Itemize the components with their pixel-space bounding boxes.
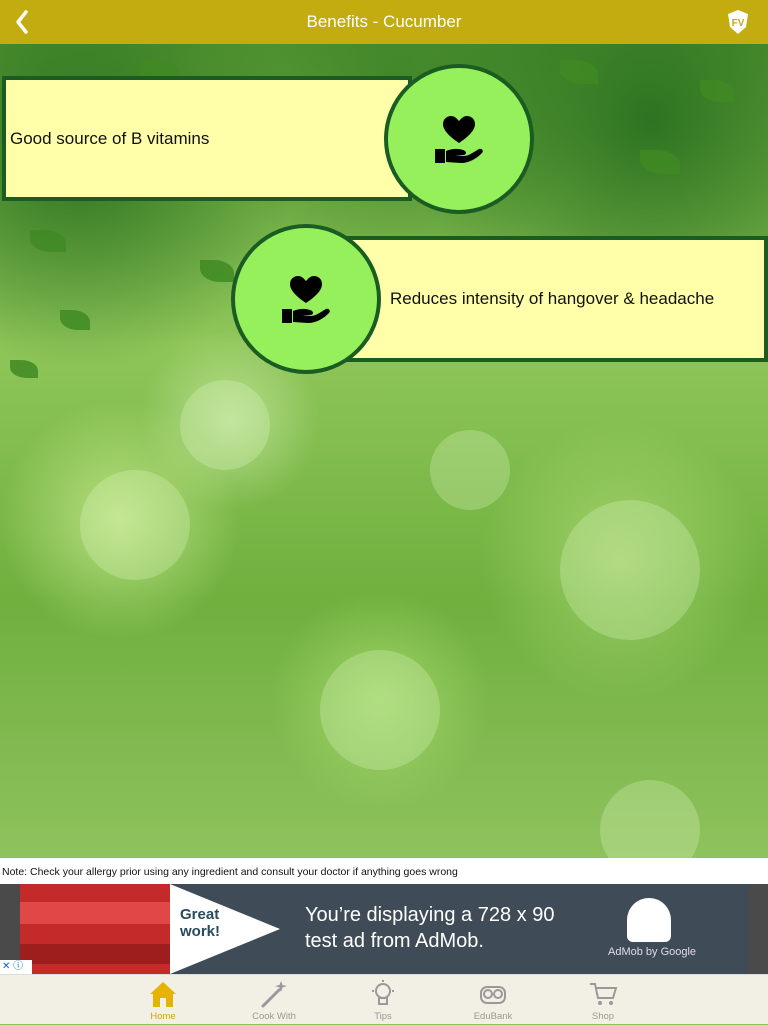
app-logo[interactable]: FV [726,9,750,35]
owl-icon [480,986,506,1004]
admob-logo-icon [627,898,671,942]
tab-edubank[interactable]: EduBank [453,975,533,1025]
benefit-card: Good source of B vitamins [2,76,412,201]
tab-label: Home [150,1011,176,1022]
lightbulb-icon [372,980,394,1005]
shield-logo-icon: FV [728,10,748,34]
home-icon [150,982,176,1007]
ad-message: You’re displaying a 728 x 90 test ad fro… [305,904,555,952]
cart-icon [590,983,618,1005]
benefit-card: Reduces intensity of hangover & headache [340,236,768,362]
ad-great-text: Great work! [180,906,221,940]
page-title: Benefits - Cucumber [306,12,462,31]
benefit-label: Reduces intensity of hangover & headache [390,289,715,308]
magic-wand-icon [261,981,287,1008]
tab-label: Cook With [252,1011,296,1022]
ad-creative[interactable]: Great work! You’re displaying a 728 x 90… [20,884,748,974]
svg-text:FV: FV [732,18,745,29]
tab-label: EduBank [473,1011,513,1022]
ad-info-button[interactable]: ✕ ⓘ [0,960,32,974]
benefit-icon-circle [231,224,381,374]
heart-hand-icon [282,276,330,323]
top-navigation-bar: Benefits - Cucumber FV [0,0,768,44]
ad-close-icon: ✕ [2,961,11,972]
tab-label: Tips [374,1011,392,1022]
tab-shop[interactable]: Shop [563,975,643,1025]
tab-label: Shop [591,1011,615,1022]
allergy-note: Note: Check your allergy prior using any… [0,858,768,884]
tab-cook-with[interactable]: Cook With [234,975,314,1025]
benefit-icon-circle [384,64,534,214]
bottom-tab-bar: Home Cook With Tips EduBank Shop [0,974,768,1024]
tab-tips[interactable]: Tips [343,975,423,1025]
info-icon: ⓘ [13,961,24,972]
heart-hand-icon [435,116,483,163]
tab-home[interactable]: Home [123,975,203,1025]
benefit-label: Good source of B vitamins [10,128,210,148]
ad-brand: AdMob by Google [608,946,697,958]
ad-banner[interactable]: Great work! You’re displaying a 728 x 90… [0,884,768,974]
